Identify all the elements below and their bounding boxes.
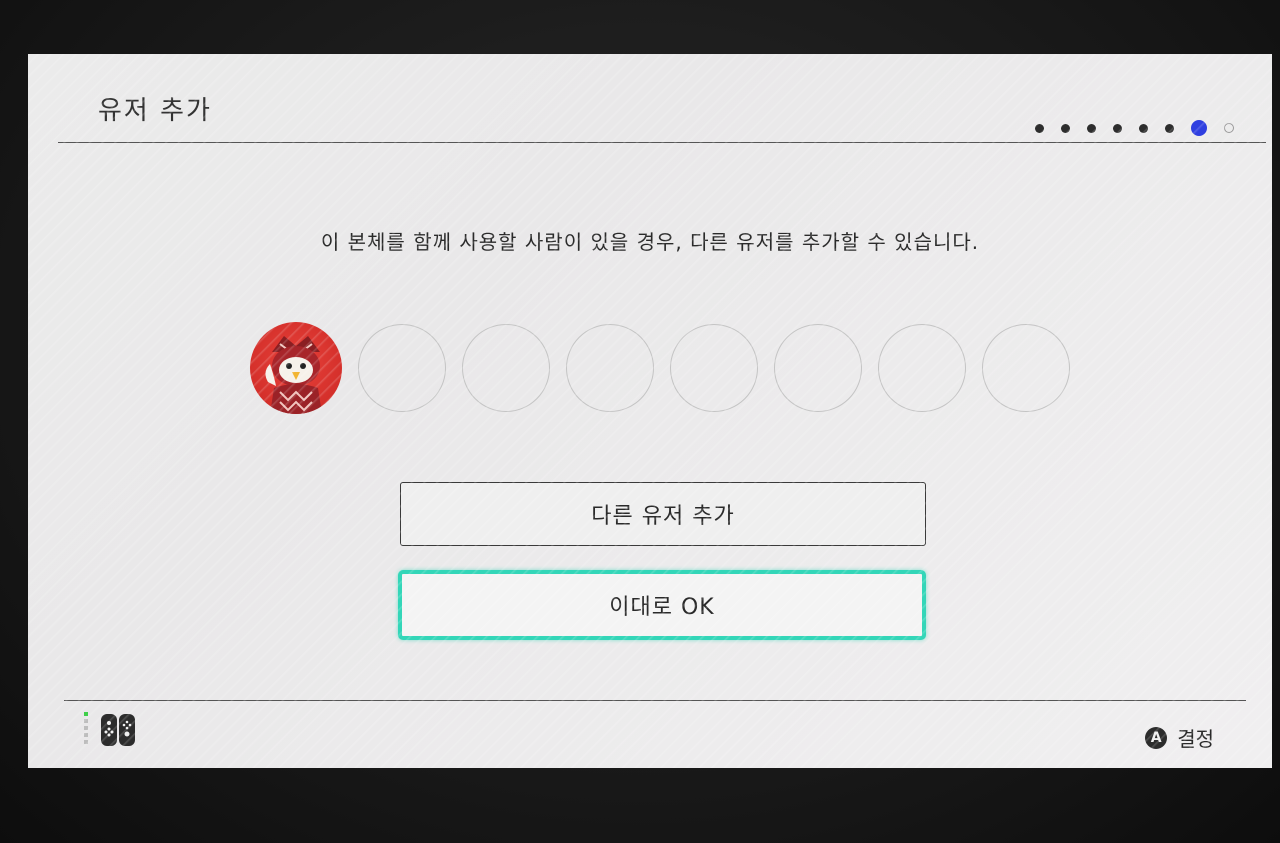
empty-user-slot [462,324,550,412]
progress-dot-done [1061,123,1070,133]
header-divider [58,142,1266,143]
progress-dot-done [1087,123,1096,133]
empty-user-slot [982,324,1070,412]
empty-user-slot [358,324,446,412]
switch-console-icon [84,712,135,746]
progress-dot-done [1165,123,1174,133]
ok-as-is-button[interactable]: 이대로 OK [398,570,926,640]
page-title: 유저 추가 [98,96,212,126]
a-button-icon: A [1145,726,1168,749]
user-avatar[interactable] [250,322,342,414]
confirm-label: 결정 [1177,727,1214,751]
empty-user-slot [774,324,862,412]
confirm-hint[interactable]: A 결정 [1145,723,1214,752]
progress-dot-done [1139,123,1148,133]
empty-user-slot [878,324,966,412]
step-progress-indicator [1035,120,1234,136]
add-other-user-label: 다른 유저 추가 [591,504,735,529]
empty-user-slot [670,324,758,412]
owl-character-icon [265,336,322,414]
description-text: 이 본체를 함께 사용할 사람이 있을 경우, 다른 유저를 추가할 수 있습니… [320,230,980,254]
ok-as-is-label: 이대로 OK [609,595,715,620]
empty-user-slot [566,324,654,412]
add-user-screen: 유저 추가 이 본체를 함께 사용할 사람이 있을 경우, 다른 유저를 추가할… [28,54,1272,768]
progress-dot-current [1191,120,1207,136]
progress-dot-done [1035,123,1044,133]
add-other-user-button[interactable]: 다른 유저 추가 [400,482,926,546]
user-slots-row [250,322,1070,414]
progress-dot-done [1113,123,1122,133]
progress-dot-upcoming [1224,123,1234,133]
footer-divider [64,700,1246,701]
